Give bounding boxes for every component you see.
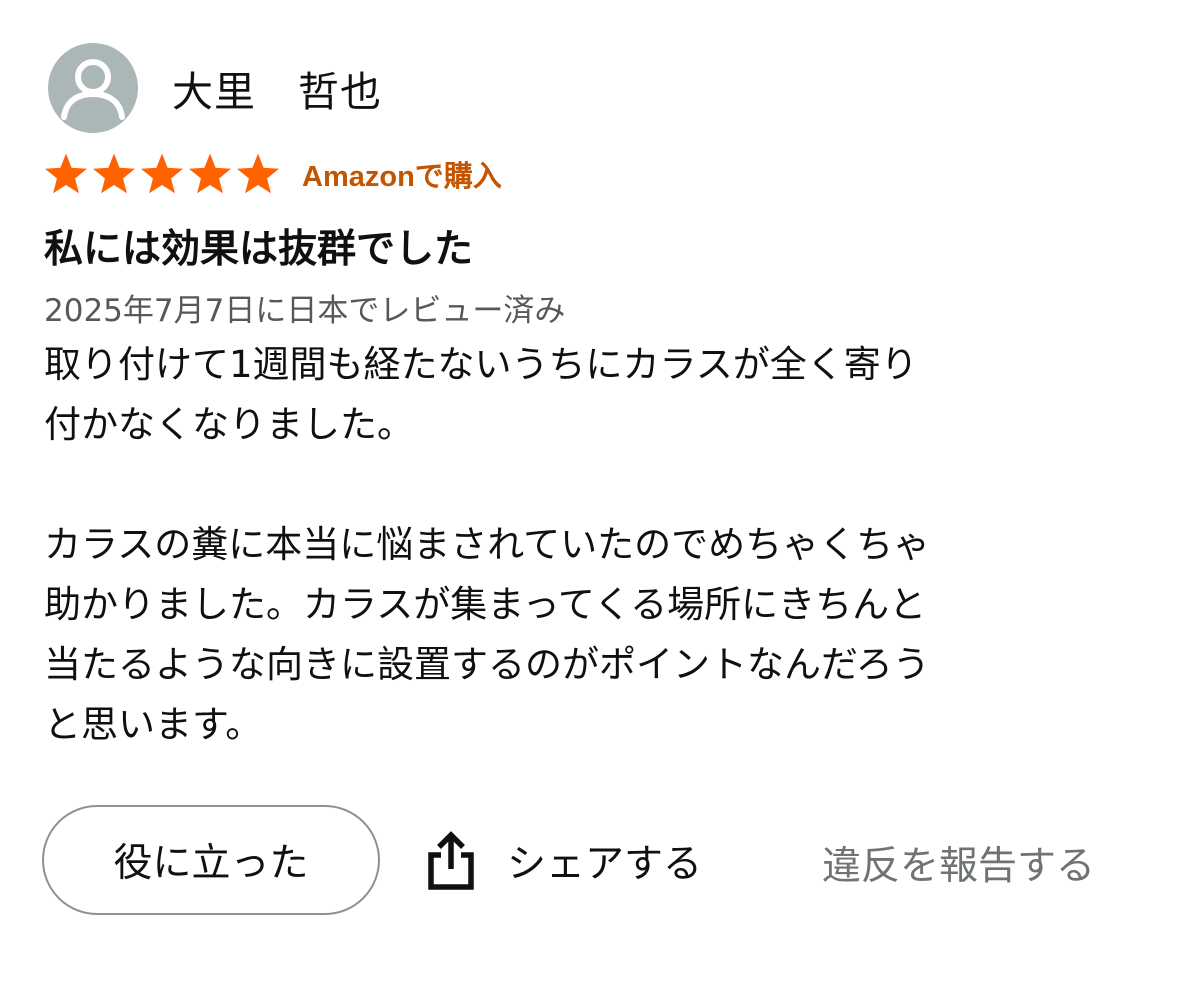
- share-button[interactable]: シェアする: [425, 823, 702, 899]
- star-icon: [237, 153, 279, 194]
- share-icon: [428, 831, 474, 890]
- review-body-line: 当たるような向きに設置するのがポイントなんだろう: [44, 643, 930, 686]
- review-title: 私には効果は抜群でした: [44, 227, 474, 272]
- star-rating[interactable]: [42, 150, 282, 198]
- review-body-line: カラスの糞に本当に悩まされていたのでめちゃくちゃ: [44, 523, 931, 566]
- review-card: 大里 哲也 Amazonで購入 私には効果は抜群でした 2025年7月7日に日本…: [0, 0, 1179, 984]
- default-user-icon: [61, 59, 125, 120]
- helpful-button[interactable]: 役に立った: [42, 805, 380, 915]
- star-icon: [141, 153, 183, 194]
- star-icon: [45, 153, 87, 194]
- share-label: シェアする: [507, 842, 703, 887]
- review-body: 取り付けて1週間も経たないうちにカラスが全く寄り 付かなくなりました。 カラスの…: [44, 335, 1144, 755]
- report-abuse-link[interactable]: 違反を報告する: [822, 835, 1095, 891]
- star-icon: [189, 153, 231, 194]
- review-body-line: 付かなくなりました。: [44, 403, 414, 446]
- review-body-line: と思います。: [44, 703, 263, 746]
- review-date: 2025年7月7日に日本でレビュー済み: [44, 293, 566, 329]
- reviewer-profile[interactable]: 大里 哲也: [48, 43, 382, 133]
- avatar[interactable]: [48, 43, 138, 133]
- review-actions: 役に立った シェアする 違反を報告する: [42, 805, 1142, 919]
- review-body-line: 取り付けて1週間も経たないうちにカラスが全く寄り: [44, 343, 918, 386]
- star-icon: [93, 153, 135, 194]
- reviewer-name[interactable]: 大里 哲也: [172, 58, 382, 118]
- review-body-line: 助かりました。カラスが集まってくる場所にきちんと: [44, 583, 927, 626]
- rating-row: Amazonで購入: [42, 150, 502, 198]
- verified-purchase-badge: Amazonで購入: [302, 161, 502, 193]
